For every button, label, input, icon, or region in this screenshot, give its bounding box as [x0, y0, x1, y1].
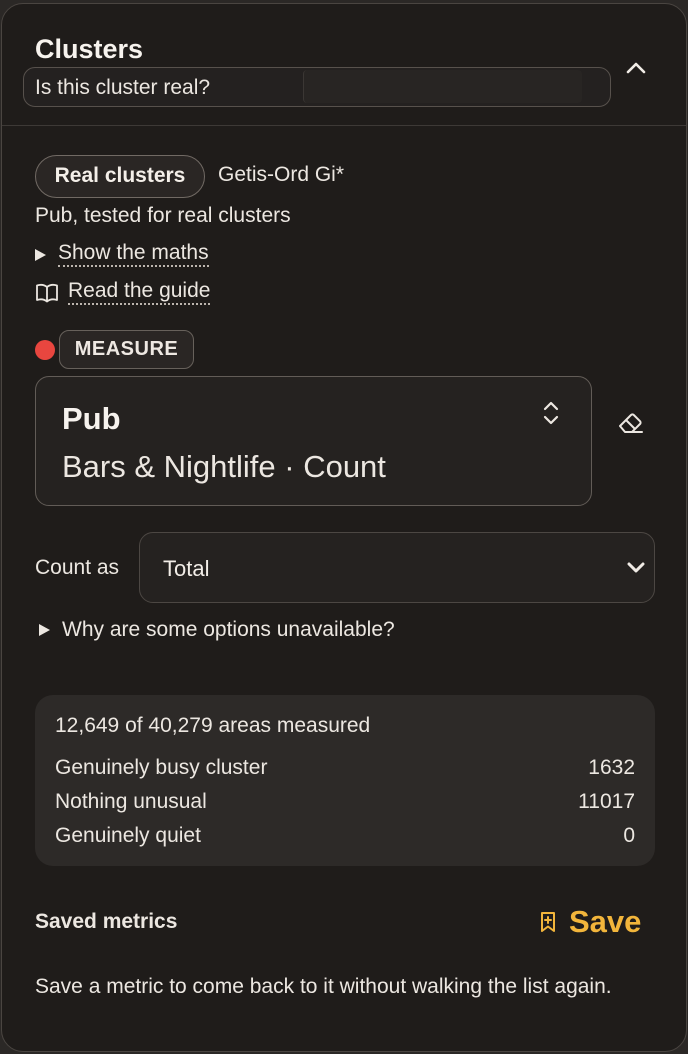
cluster-question-input[interactable] — [303, 70, 582, 103]
stat-row: Genuinely busy cluster 1632 — [55, 756, 635, 780]
saved-metrics-label: Saved metrics — [35, 910, 178, 933]
cluster-question-field[interactable]: Is this cluster real? — [23, 67, 611, 107]
read-guide-link[interactable]: Read the guide — [35, 280, 211, 305]
panel-title: Clusters — [35, 34, 144, 64]
collapse-button[interactable] — [620, 52, 652, 84]
bookmark-plus-icon — [541, 912, 555, 932]
stats-summary: 12,649 of 40,279 areas measured Genuinel… — [35, 695, 655, 866]
method-name: Getis-Ord Gi* — [218, 163, 345, 186]
measure-tag: MEASURE — [59, 330, 194, 369]
chevron-updown-icon — [543, 401, 559, 425]
disclosure-triangle-icon — [35, 248, 46, 261]
saved-metrics-note: Save a metric to come back to it without… — [35, 975, 612, 998]
book-icon — [36, 283, 58, 302]
count-as-value: Total — [163, 556, 210, 581]
show-maths-label: Show the maths — [58, 242, 209, 267]
eraser-icon[interactable] — [616, 407, 646, 437]
count-as-select[interactable]: Total — [139, 532, 655, 603]
disclosure-triangle-icon — [39, 624, 50, 636]
stat-row: Genuinely quiet 0 — [55, 824, 635, 848]
chevron-up-icon — [626, 62, 646, 74]
count-as-label: Count as — [35, 556, 120, 579]
stat-row: Nothing unusual 11017 — [55, 790, 635, 814]
metric-category: Bars & Nightlife · Count — [62, 449, 386, 484]
show-maths-toggle[interactable]: Show the maths — [35, 242, 209, 267]
real-clusters-pill[interactable]: Real clusters — [35, 155, 205, 198]
clusters-panel: Clusters Is this cluster real? Real clus… — [1, 3, 687, 1052]
stat-label: Genuinely busy cluster — [55, 756, 268, 779]
stat-value: 1632 — [588, 756, 635, 779]
read-guide-label: Read the guide — [68, 280, 211, 305]
metric-picker[interactable]: Pub Bars & Nightlife · Count — [35, 376, 592, 506]
stat-value: 11017 — [578, 790, 635, 813]
chevron-down-icon — [627, 562, 645, 573]
stat-label: Nothing unusual — [55, 790, 207, 813]
stat-label: Genuinely quiet — [55, 824, 201, 847]
save-button[interactable]: Save — [539, 904, 641, 940]
why-unavailable-label: Why are some options unavailable? — [62, 618, 395, 641]
stats-headline: 12,649 of 40,279 areas measured — [55, 714, 371, 737]
stat-value: 0 — [623, 824, 635, 847]
save-button-label: Save — [569, 904, 642, 939]
why-unavailable-toggle[interactable]: Why are some options unavailable? — [39, 618, 395, 642]
cluster-question-label: Is this cluster real? — [35, 76, 211, 99]
measure-status-dot — [35, 340, 55, 360]
method-subtitle: Pub, tested for real clusters — [35, 204, 291, 227]
metric-name: Pub — [62, 401, 121, 436]
header-divider — [2, 125, 686, 126]
